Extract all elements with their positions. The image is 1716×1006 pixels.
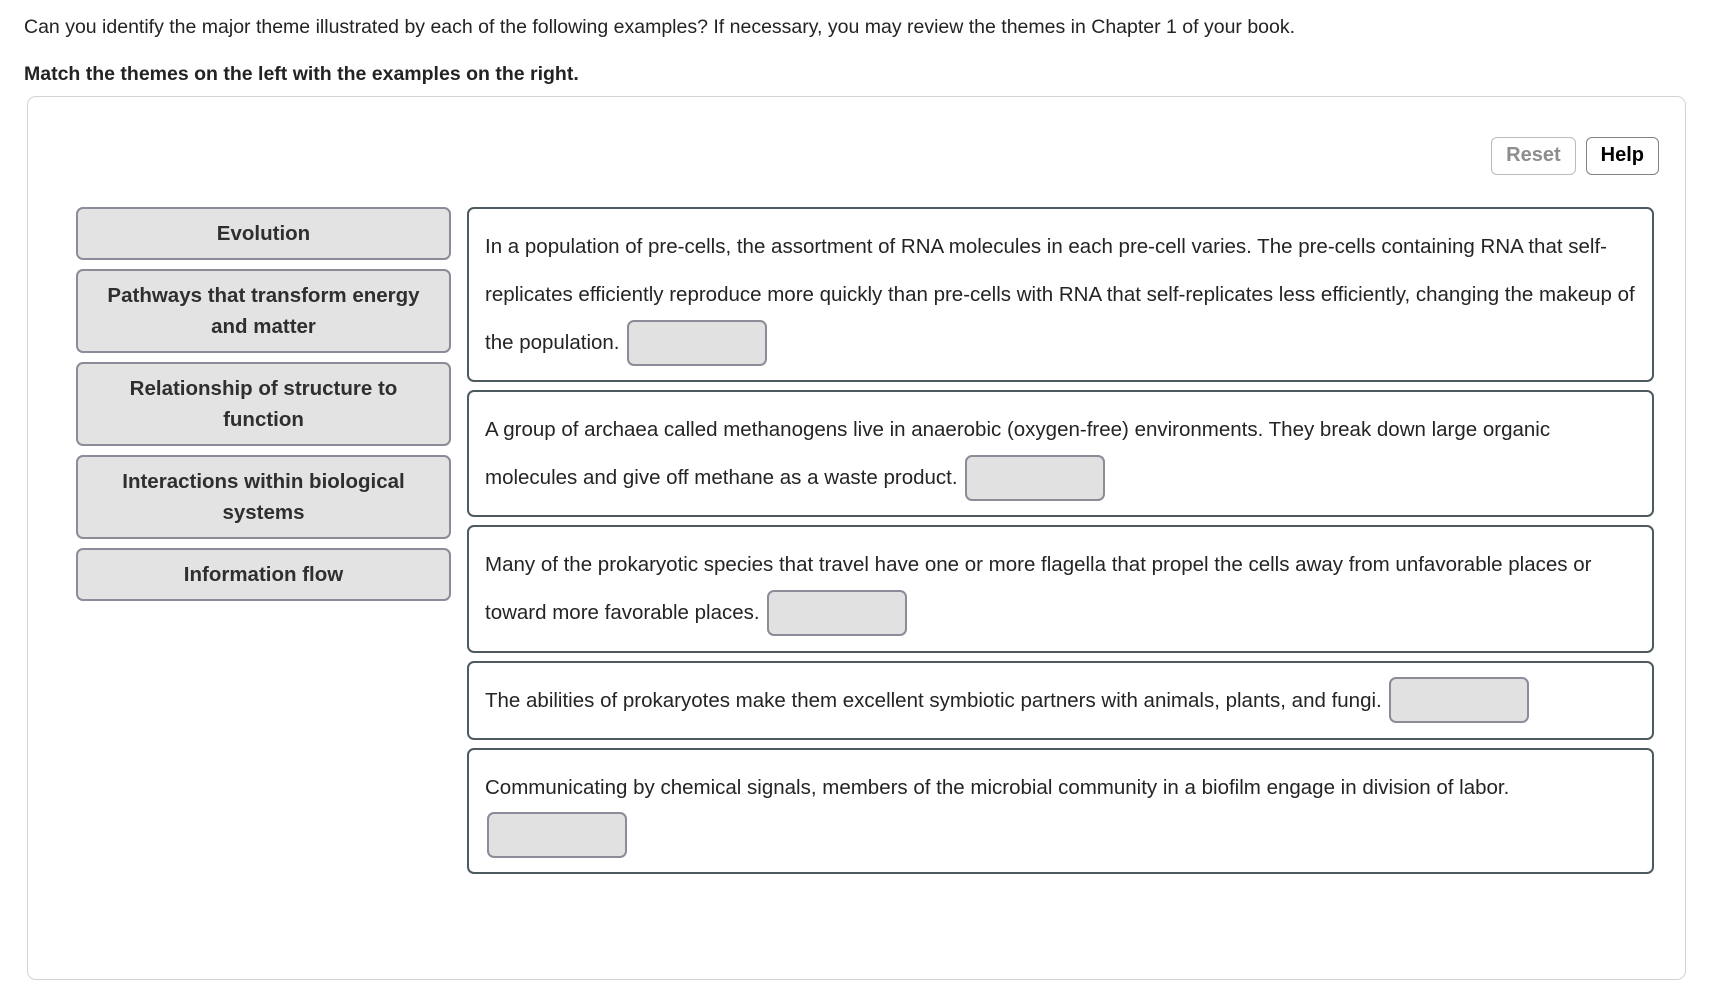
example-card: In a population of pre-cells, the assort…: [467, 207, 1654, 383]
answer-drop-slot[interactable]: [487, 812, 627, 859]
theme-tile-label: Interactions within biological systems: [122, 470, 405, 524]
toolbar: Reset Help: [1491, 137, 1659, 175]
example-card: Many of the prokaryotic species that tra…: [467, 525, 1654, 653]
matching-columns: Evolution Pathways that transform energy…: [28, 207, 1685, 875]
question-text: Can you identify the major theme illustr…: [24, 16, 1296, 38]
theme-tile-information-flow[interactable]: Information flow: [76, 548, 451, 601]
help-button[interactable]: Help: [1585, 137, 1659, 175]
answer-drop-slot[interactable]: [965, 454, 1106, 501]
instruction-text: Match the themes on the left with the ex…: [24, 63, 579, 85]
theme-tile-label: Relationship of structure to function: [129, 377, 398, 431]
example-text: Communicating by chemical signals, membe…: [485, 775, 1510, 799]
example-text: Many of the prokaryotic species that tra…: [485, 553, 1592, 625]
theme-tile-label: Evolution: [216, 222, 311, 245]
reset-button[interactable]: Reset: [1491, 137, 1576, 175]
answer-drop-slot[interactable]: [1389, 677, 1530, 724]
theme-tile-label: Pathways that transform energy and matte…: [107, 284, 420, 338]
example-text: The abilities of prokaryotes make them e…: [485, 688, 1382, 712]
prompt-block: Can you identify the major theme illustr…: [0, 0, 1716, 87]
theme-tile-label: Information flow: [183, 563, 344, 586]
themes-column: Evolution Pathways that transform energy…: [76, 207, 451, 601]
activity-panel: Reset Help Evolution Pathways that trans…: [27, 96, 1686, 980]
theme-tile-interactions[interactable]: Interactions within biological systems: [76, 455, 451, 539]
example-card: Communicating by chemical signals, membe…: [467, 747, 1654, 875]
theme-tile-evolution[interactable]: Evolution: [76, 207, 451, 260]
examples-column: In a population of pre-cells, the assort…: [467, 207, 1654, 875]
answer-drop-slot[interactable]: [627, 319, 768, 366]
example-card: The abilities of prokaryotes make them e…: [467, 660, 1654, 740]
theme-tile-structure-function[interactable]: Relationship of structure to function: [76, 362, 451, 446]
activity-page: Can you identify the major theme illustr…: [0, 0, 1716, 1006]
theme-tile-pathways[interactable]: Pathways that transform energy and matte…: [76, 269, 451, 353]
answer-drop-slot[interactable]: [767, 590, 908, 637]
example-card: A group of archaea called methanogens li…: [467, 390, 1654, 518]
